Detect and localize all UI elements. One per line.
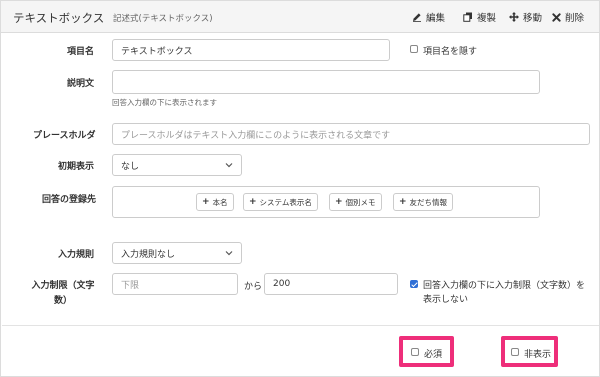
description-help: 回答入力欄の下に表示されます [112,98,217,107]
edit-button[interactable]: 編集 [412,10,445,24]
real-name-button[interactable]: + 本名 [196,193,234,211]
individual-memo-button[interactable]: + 個別メモ [329,193,382,211]
system-display-name-button[interactable]: + システム表示名 [243,193,318,211]
required-checkbox[interactable]: 必須 [411,347,442,360]
plus-icon: + [249,197,257,207]
panel-title: テキストボックス [13,11,105,25]
input-limit-label-line2: 数） [53,296,72,306]
hide-item-name-box[interactable] [410,45,418,53]
plus-icon: + [202,197,210,207]
duplicate-button[interactable]: 複製 [463,10,496,24]
hide-limit-box[interactable] [410,280,418,288]
placeholder-input[interactable]: プレースホルダはテキスト入力欄にこのように表示される文章です [112,123,590,145]
range-separator: から [244,282,263,292]
hide-limit-text: 回答入力欄の下に入力制限（文字数）を 表示しない [423,279,585,307]
chevron-down-icon [225,251,233,256]
move-button[interactable]: 移動 [509,10,542,24]
input-rule-value: 入力規則なし [121,249,176,260]
initial-display-value: なし [121,161,140,172]
registration-box [112,186,540,218]
hide-limit-checkbox[interactable]: 回答入力欄の下に入力制限（文字数）を 表示しない [410,279,585,307]
hide-limit-label-line2: 表示しない [423,295,469,305]
hide-item-name-checkbox[interactable]: 項目名を隠す [410,44,477,57]
system-display-name-label: システム表示名 [259,197,312,207]
plus-icon: + [335,197,343,207]
panel-header: テキストボックス 記述式(テキストボックス) 編集 複製 移動 削除 [1,1,599,33]
initial-display-label: 初期表示 [58,162,95,172]
required-label: 必須 [424,350,443,360]
panel-subtitle: 記述式(テキストボックス) [113,14,213,24]
item-name-label: 項目名 [67,47,95,57]
placeholder-label: プレースホルダ [33,131,96,141]
hide-item-name-label: 項目名を隠す [423,47,478,57]
delete-button[interactable]: 削除 [552,10,584,24]
question-panel: テキストボックス 記述式(テキストボックス) 編集 複製 移動 削除 項目名 テ… [0,0,600,377]
close-icon [552,12,561,22]
chevron-down-icon [225,163,233,168]
input-rule-select[interactable]: 入力規則なし [112,242,242,264]
individual-memo-label: 個別メモ [345,197,376,207]
pencil-icon [413,13,421,22]
friend-info-button[interactable]: + 友だち情報 [393,193,454,211]
item-name-input[interactable]: テキストボックス [112,39,390,61]
plus-icon: + [399,197,407,207]
min-length-input[interactable]: 下限 [112,273,238,295]
description-label: 説明文 [67,79,95,89]
duplicate-label: 複製 [477,13,497,24]
description-input[interactable] [112,70,540,94]
copy-icon [463,12,472,22]
hide-limit-label-line1: 回答入力欄の下に入力制限（文字数）を [423,281,586,291]
move-icon [509,12,519,22]
input-rule-label: 入力規則 [58,250,95,260]
edit-label: 編集 [426,13,446,24]
move-label: 移動 [523,13,543,24]
hidden-checkbox[interactable]: 非表示 [511,347,551,360]
real-name-label: 本名 [212,197,228,207]
hidden-label: 非表示 [524,350,552,360]
footer-divider [2,325,599,326]
friend-info-label: 友だち情報 [409,197,448,207]
delete-label: 削除 [565,13,585,24]
input-limit-label: 入力制限（文字 数） [23,279,103,309]
initial-display-select[interactable]: なし [112,154,242,176]
hidden-box[interactable] [511,348,519,356]
required-box[interactable] [411,348,419,356]
registration-label: 回答の登録先 [42,195,97,205]
max-length-input[interactable]: 200 [264,273,398,295]
input-limit-label-line1: 入力制限（文字 [31,281,95,291]
